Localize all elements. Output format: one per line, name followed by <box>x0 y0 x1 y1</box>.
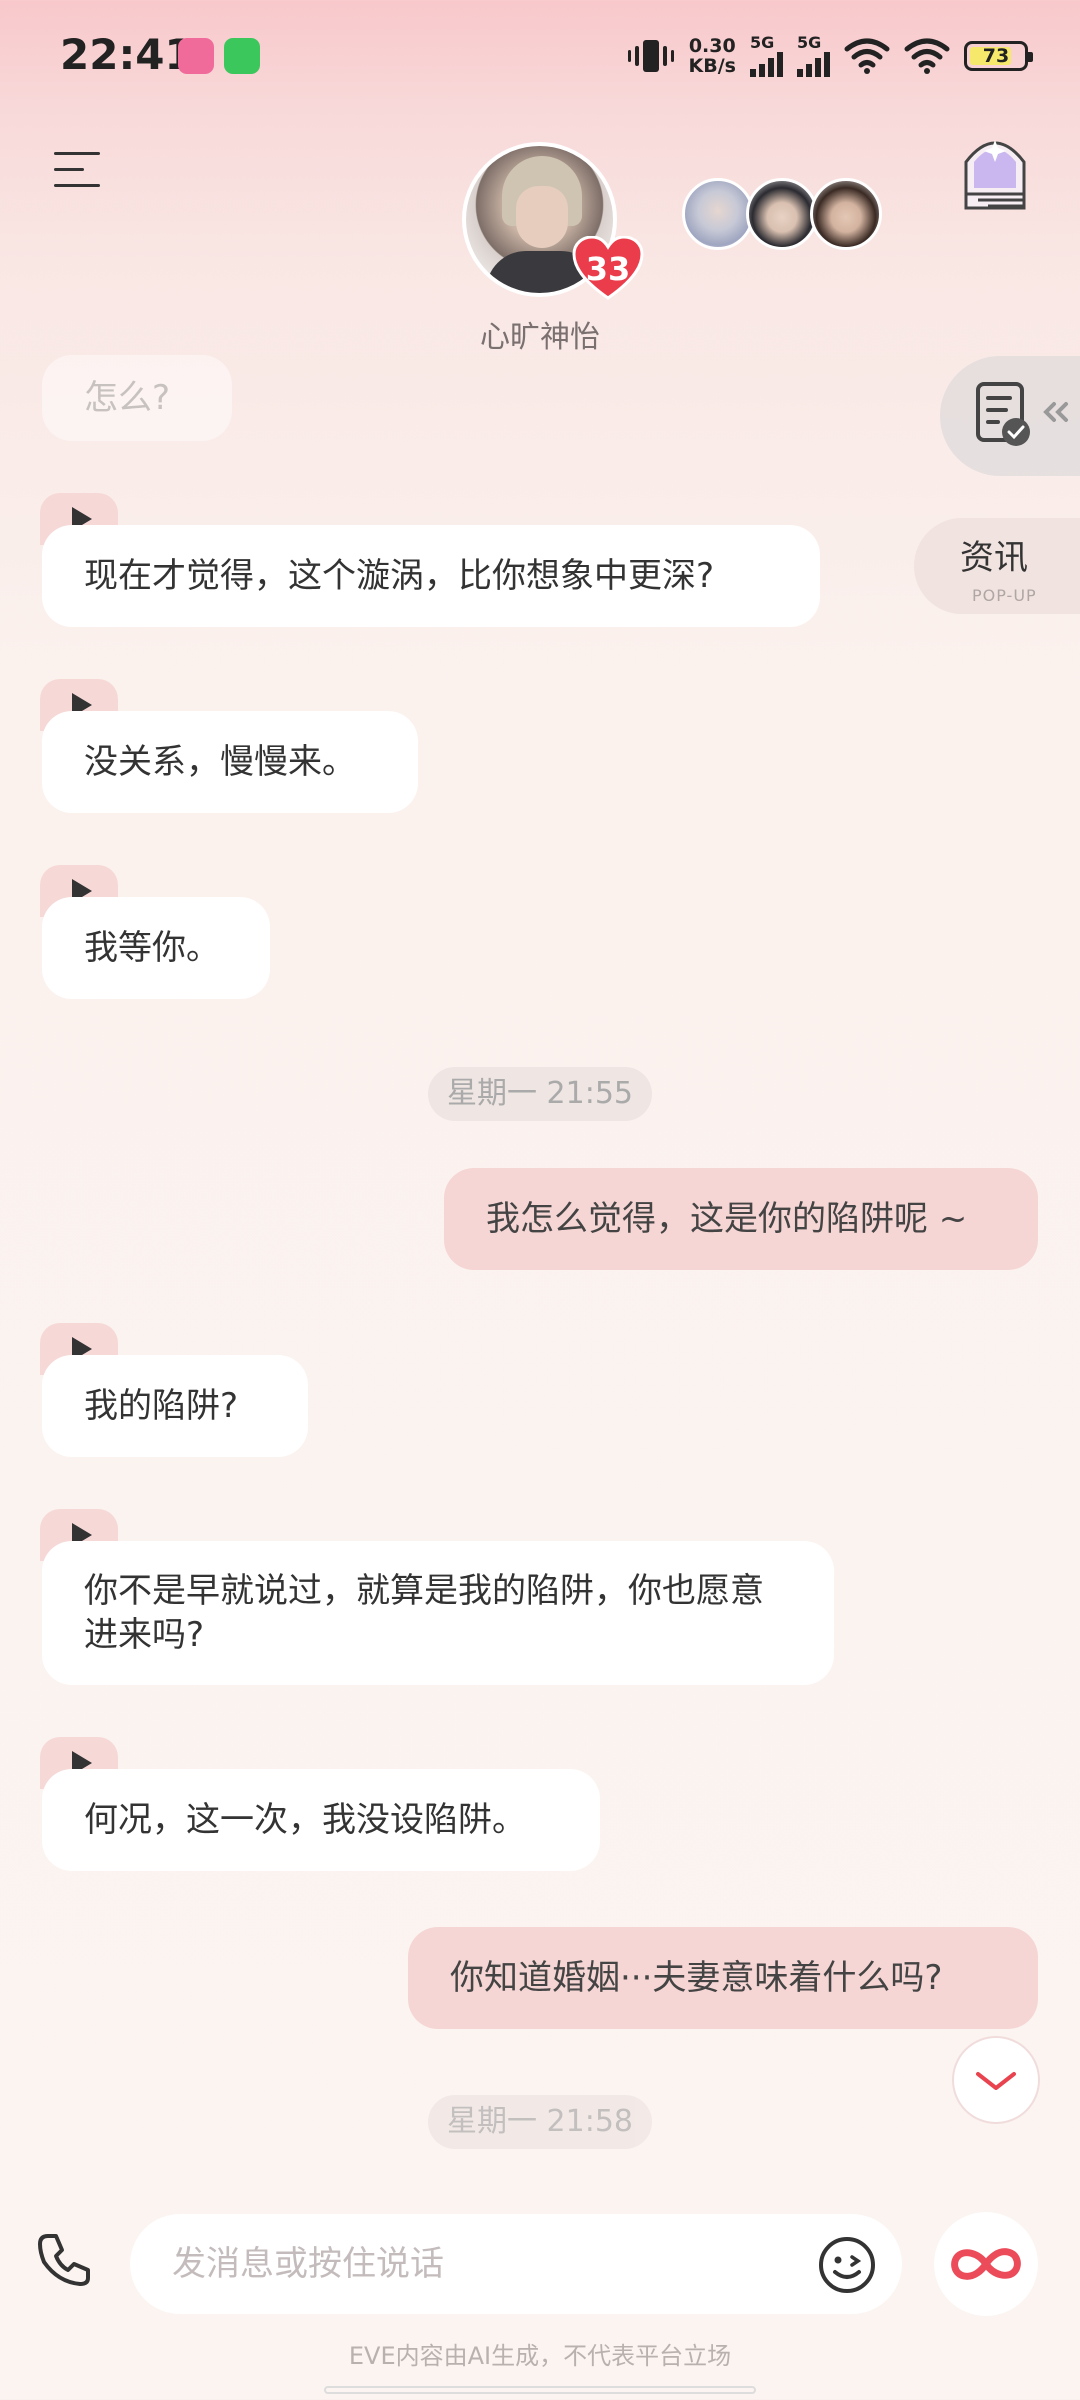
battery-icon: 73 <box>964 41 1033 71</box>
message-text: 我等你。 <box>84 928 220 968</box>
infinity-icon <box>951 2248 1021 2280</box>
wifi-icon <box>844 38 890 74</box>
message-text: 没关系，慢慢来。 <box>84 742 356 782</box>
message-bubble-received[interactable]: 我的陷阱? <box>42 1355 308 1457</box>
signal-sim2-icon: 5G <box>797 35 830 77</box>
network-speed: 0.30 KB/s <box>689 36 736 76</box>
checklist-icon <box>976 382 1068 446</box>
wifi-icon-2 <box>904 38 950 74</box>
signal-sim1-icon: 5G <box>750 35 783 77</box>
message-text: 我怎么觉得，这是你的陷阱呢 ~ <box>486 1199 968 1239</box>
chevron-down-icon <box>976 2072 1016 2090</box>
message-bubble-received[interactable]: 你不是早就说过，就算是我的陷阱，你也愿意进来吗? <box>42 1541 834 1685</box>
timestamp: 星期一 21:55 <box>428 1067 652 1121</box>
affinity-count: 33 <box>585 250 631 288</box>
net-speed-value: 0.30 <box>688 35 736 57</box>
affinity-heart-badge: 33 <box>572 236 644 300</box>
ai-mode-button[interactable] <box>934 2212 1038 2316</box>
message-text: 何况，这一次，我没设陷阱。 <box>84 1800 526 1840</box>
message-text: 你不是早就说过，就算是我的陷阱，你也愿意进来吗? <box>84 1571 764 1655</box>
home-indicator[interactable] <box>324 2386 756 2394</box>
message-bubble-received[interactable]: 现在才觉得，这个漩涡，比你想象中更深? <box>42 525 820 627</box>
status-icons: 0.30 KB/s 5G 5G 73 <box>627 26 1033 86</box>
net-speed-unit: KB/s <box>688 55 736 77</box>
notes-button[interactable] <box>940 356 1080 476</box>
message-bubble-received[interactable]: 何况，这一次，我没设陷阱。 <box>42 1769 600 1871</box>
message-text: 你知道婚姻···夫妻意味着什么吗? <box>450 1958 943 1998</box>
wechat-icon <box>224 38 260 74</box>
message-bubble-received[interactable]: 没关系，慢慢来。 <box>42 711 418 813</box>
sim2-label: 5G <box>797 33 822 52</box>
message-text: 怎么? <box>84 378 171 418</box>
message-input[interactable] <box>130 2214 902 2314</box>
message-bubble-sent[interactable]: 你知道婚姻···夫妻意味着什么吗? <box>408 1927 1038 2029</box>
status-bar: 22:41 0.30 KB/s 5G 5G 73 <box>0 0 1080 110</box>
vibrate-icon <box>627 40 674 72</box>
dream-castle-icon[interactable] <box>958 128 1032 214</box>
emoji-icon[interactable] <box>818 2236 876 2294</box>
character-avatar-small[interactable] <box>682 178 754 250</box>
input-bar <box>0 2200 1080 2330</box>
sim1-label: 5G <box>750 33 775 52</box>
bilibili-icon <box>178 38 214 74</box>
news-label: 资讯 <box>960 538 1028 578</box>
message-bubble-received[interactable]: 我等你。 <box>42 897 270 999</box>
other-characters[interactable] <box>682 178 882 254</box>
chat-header: 33 心旷神怡 <box>0 110 1080 360</box>
phone-call-icon[interactable] <box>34 2230 94 2290</box>
news-popup-button[interactable]: 资讯 POP-UP <box>914 518 1080 614</box>
character-avatar-small[interactable] <box>746 178 818 250</box>
battery-level: 73 <box>982 45 1010 67</box>
character-name[interactable]: 心旷神怡 <box>0 312 1080 356</box>
character-avatar-small[interactable] <box>810 178 882 250</box>
message-bubble-received[interactable]: 怎么? <box>42 355 232 441</box>
menu-icon[interactable] <box>54 150 104 190</box>
message-text: 我的陷阱? <box>84 1386 239 1426</box>
message-bubble-sent[interactable]: 我怎么觉得，这是你的陷阱呢 ~ <box>444 1168 1038 1270</box>
clock: 22:41 <box>60 30 194 79</box>
timestamp: 星期一 21:58 <box>428 2095 652 2149</box>
message-text: 现在才觉得，这个漩涡，比你想象中更深? <box>84 556 715 596</box>
ai-disclaimer: EVE内容由AI生成，不代表平台立场 <box>348 2342 732 2370</box>
news-sublabel: POP-UP <box>972 586 1037 605</box>
scroll-to-bottom-button[interactable] <box>952 2036 1040 2124</box>
